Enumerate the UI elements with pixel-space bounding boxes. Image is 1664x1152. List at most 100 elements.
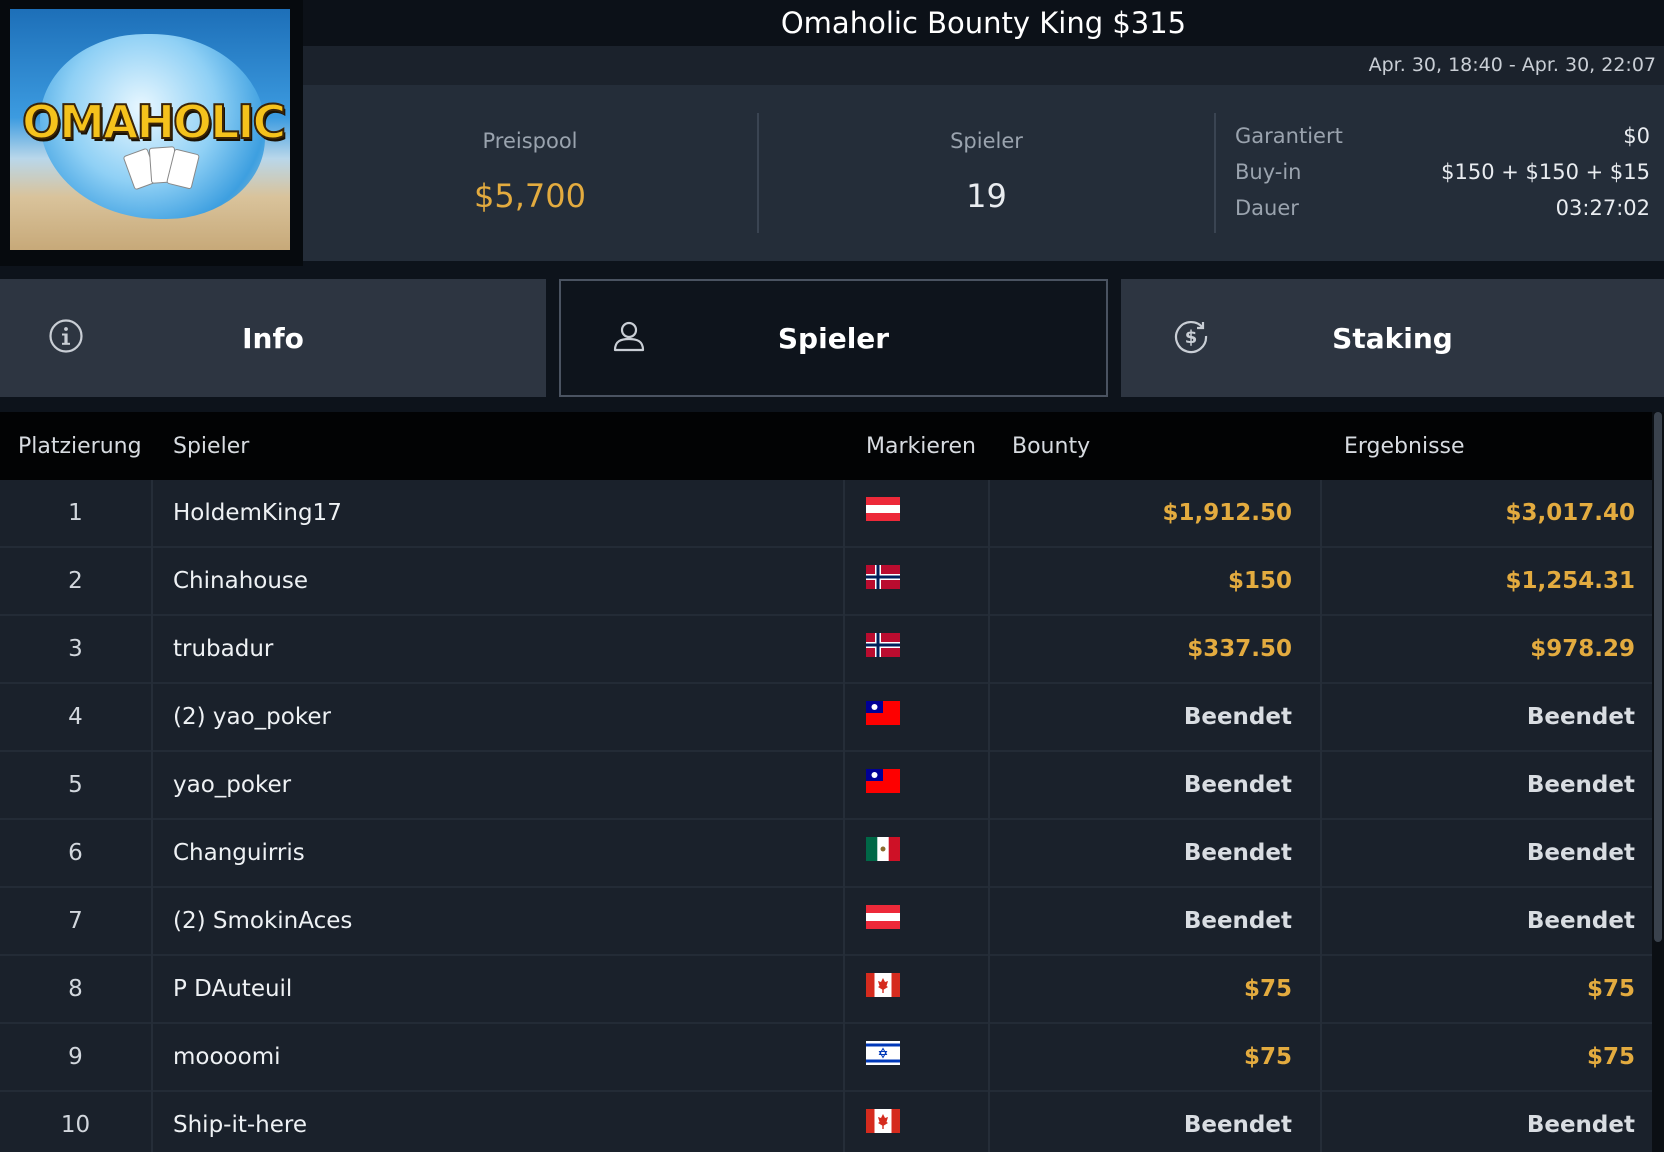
result-cell: $1,254.31 [1505,568,1636,594]
players-label: Spieler [950,129,1023,153]
column-header-bounty[interactable]: Bounty [1012,434,1090,459]
player-name-cell: Changuirris [173,840,305,866]
austria-flag-icon [866,497,900,521]
tab-staking-label: Staking [1332,321,1453,355]
column-divider [1320,684,1322,752]
table-row[interactable]: 9 moooomi $75 $75 [0,1024,1652,1092]
bounty-cell: $75 [1243,1044,1292,1070]
tournament-logo-frame: OMAHOLIC [0,0,303,266]
column-divider [151,1024,153,1092]
column-divider [843,888,845,956]
table-row[interactable]: 2 Chinahouse $150 $1,254.31 [0,548,1652,616]
prizepool-label: Preispool [482,129,578,153]
norway-flag-icon [866,633,900,657]
column-divider [1320,616,1322,684]
norway-flag-icon [866,565,900,589]
player-name-cell: (2) yao_poker [173,704,331,730]
column-divider [151,1092,153,1152]
players-stat: Spieler 19 [759,85,1214,261]
column-divider [988,956,990,1024]
table-row[interactable]: 5 yao_poker Beendet Beendet [0,752,1652,820]
column-header-results[interactable]: Ergebnisse [1344,434,1465,459]
column-divider [1320,752,1322,820]
player-name-cell: (2) SmokinAces [173,908,353,934]
result-cell: $3,017.40 [1505,500,1636,526]
scrollbar-thumb[interactable] [1654,412,1662,942]
table-row[interactable]: 8 P DAuteuil $75 $75 [0,956,1652,1024]
tab-info[interactable]: Info [0,279,546,397]
table-row[interactable]: 7 (2) SmokinAces Beendet Beendet [0,888,1652,956]
column-divider [843,548,845,616]
result-cell: $75 [1586,976,1635,1002]
table-row[interactable]: 1 HoldemKing17 $1,912.50 $3,017.40 [0,480,1652,548]
placement-cell: 3 [68,636,83,662]
column-header-mark[interactable]: Markieren [866,434,976,459]
column-header-player[interactable]: Spieler [173,434,249,459]
column-divider [988,548,990,616]
tab-staking[interactable]: $ Staking [1121,279,1664,397]
logo-text: OMAHOLIC [21,94,287,150]
tab-spieler[interactable]: Spieler [559,279,1108,397]
column-divider [843,480,845,548]
column-divider [151,956,153,1024]
players-value: 19 [966,177,1007,215]
column-divider [1320,1092,1322,1152]
column-divider [1320,820,1322,888]
page-title: Omaholic Bounty King $315 [780,6,1187,40]
table-row[interactable]: 6 Changuirris Beendet Beendet [0,820,1652,888]
guaranteed-row: Garantiert $0 [1235,124,1650,160]
column-divider [843,956,845,1024]
column-header-placement[interactable]: Platzierung [18,434,142,459]
prizepool-value: $5,700 [474,177,586,215]
column-divider [1320,888,1322,956]
placement-cell: 6 [68,840,83,866]
result-cell: Beendet [1526,840,1635,866]
result-cell: Beendet [1526,704,1635,730]
bounty-cell: Beendet [1183,1112,1292,1138]
placement-cell: 2 [68,568,83,594]
placement-cell: 1 [68,500,83,526]
placement-cell: 4 [68,704,83,730]
result-cell: Beendet [1526,908,1635,934]
bounty-cell: Beendet [1183,704,1292,730]
table-scrollbar[interactable] [1652,412,1664,1152]
buyin-row: Buy-in $150 + $150 + $15 [1235,160,1650,196]
omaholic-logo: OMAHOLIC [10,9,290,250]
player-name-cell: HoldemKing17 [173,500,342,526]
column-divider [988,1024,990,1092]
column-divider [988,616,990,684]
title-bar: Omaholic Bounty King $315 [303,0,1664,46]
bounty-cell: $1,912.50 [1162,500,1293,526]
bounty-cell: Beendet [1183,908,1292,934]
taiwan-flag-icon [866,769,900,793]
duration-value: 03:27:02 [1555,196,1650,220]
players-table: 1 HoldemKing17 $1,912.50 $3,017.40 2 Chi… [0,480,1652,1152]
column-divider [1320,480,1322,548]
prizepool-stat: Preispool $5,700 [303,85,757,261]
result-cell: Beendet [1526,772,1635,798]
column-divider [988,820,990,888]
column-divider [843,820,845,888]
guaranteed-value: $0 [1623,124,1650,148]
canada-flag-icon [866,973,900,997]
duration-label: Dauer [1235,196,1299,220]
column-divider [843,1024,845,1092]
bounty-cell: $150 [1227,568,1292,594]
tournament-stats: Preispool $5,700 Spieler 19 Garantiert $… [303,85,1664,261]
israel-flag-icon [866,1041,900,1065]
column-divider [988,752,990,820]
column-divider [843,684,845,752]
column-divider [988,888,990,956]
column-divider [151,684,153,752]
table-row[interactable]: 4 (2) yao_poker Beendet Beendet [0,684,1652,752]
bounty-cell: $75 [1243,976,1292,1002]
column-divider [988,480,990,548]
column-divider [151,548,153,616]
table-row[interactable]: 10 Ship-it-here Beendet Beendet [0,1092,1652,1152]
table-row[interactable]: 3 trubadur $337.50 $978.29 [0,616,1652,684]
player-name-cell: Ship-it-here [173,1112,308,1138]
bounty-cell: Beendet [1183,772,1292,798]
placement-cell: 5 [68,772,83,798]
date-range: Apr. 30, 18:40 - Apr. 30, 22:07 [1368,54,1656,76]
tab-spieler-label: Spieler [777,321,890,355]
